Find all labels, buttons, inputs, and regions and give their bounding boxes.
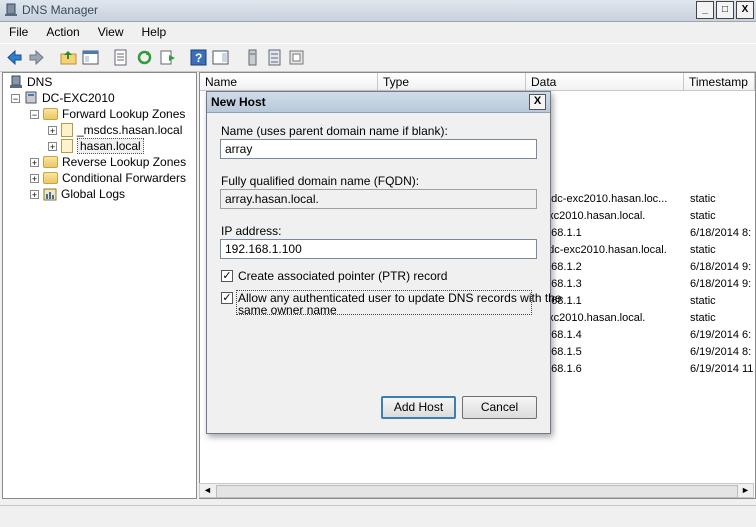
dialog-title: New Host xyxy=(211,95,266,109)
fqdn-field xyxy=(220,189,537,209)
folder-icon xyxy=(43,156,58,168)
folder-icon xyxy=(43,108,58,120)
title-bar: DNS Manager _ □ X xyxy=(0,0,756,22)
ip-address-label: IP address: xyxy=(221,224,282,238)
tree-node-global-logs[interactable]: + Global Logs xyxy=(30,186,125,202)
tree-node-conditional-forwarders[interactable]: + Conditional Forwarders xyxy=(30,170,186,186)
help-icon[interactable]: ? xyxy=(190,49,207,66)
tree-label-server: DC-EXC2010 xyxy=(42,91,115,105)
tree-label-forward-zones: Forward Lookup Zones xyxy=(62,107,186,121)
expand-icon[interactable]: + xyxy=(30,173,39,183)
cell-timestamp: static xyxy=(690,244,716,256)
logs-icon xyxy=(43,188,57,201)
back-arrow-icon[interactable] xyxy=(6,49,23,66)
cell-timestamp: 6/18/2014 9: xyxy=(690,261,752,273)
cell-timestamp: static xyxy=(690,193,716,205)
ip-address-input[interactable] xyxy=(220,239,537,259)
cell-data: ], dc-exc2010.hasan.loc... xyxy=(542,193,668,205)
ptr-label: Create associated pointer (PTR) record xyxy=(238,269,448,283)
cell-timestamp: static xyxy=(690,295,716,307)
cell-data: ] dc-exc2010.hasan.local. xyxy=(542,244,667,256)
scroll-thumb[interactable] xyxy=(216,485,738,498)
show-hide-tree-icon[interactable] xyxy=(82,49,99,66)
cell-data: exc2010.hasan.local. xyxy=(542,210,646,222)
column-header-timestamp[interactable]: Timestamp xyxy=(684,73,755,91)
auth-update-focus: Allow any authenticated user to update D… xyxy=(236,290,562,317)
tree-node-dns[interactable]: DNS xyxy=(9,74,52,90)
console-tree: DNS − DC-EXC2010 − Forward Lookup Zones … xyxy=(2,72,197,499)
scroll-left-icon[interactable]: ◄ xyxy=(200,484,215,497)
fqdn-label: Fully qualified domain name (FQDN): xyxy=(221,174,420,188)
cell-timestamp: static xyxy=(690,210,716,222)
add-host-button[interactable]: Add Host xyxy=(381,396,456,419)
action-pane-icon[interactable] xyxy=(212,49,229,66)
dialog-close-button[interactable]: X xyxy=(529,94,546,110)
tree-node-msdcs-zone[interactable]: + _msdcs.hasan.local xyxy=(48,122,182,138)
collapse-icon[interactable]: − xyxy=(11,93,20,103)
ptr-checkbox[interactable]: ✓ xyxy=(221,270,233,282)
tree-label-dns: DNS xyxy=(27,75,53,89)
menu-action[interactable]: Action xyxy=(37,25,88,39)
close-button[interactable]: X xyxy=(736,1,754,19)
tree-label-msdcs-zone: _msdcs.hasan.local xyxy=(77,123,183,137)
horizontal-scrollbar[interactable]: ◄ ► xyxy=(199,483,754,498)
cell-timestamp: 6/18/2014 9: xyxy=(690,278,752,290)
menu-file[interactable]: File xyxy=(0,25,37,39)
properties-icon[interactable] xyxy=(112,49,129,66)
cell-timestamp: 6/19/2014 8: xyxy=(690,346,752,358)
up-folder-icon[interactable] xyxy=(60,49,77,66)
maximize-button[interactable]: □ xyxy=(716,1,734,19)
cell-timestamp: 6/19/2014 11 xyxy=(690,363,754,375)
new-host-dialog: New Host X Name (uses parent domain name… xyxy=(206,91,562,434)
records-icon[interactable] xyxy=(288,49,305,66)
tree-node-server[interactable]: − DC-EXC2010 xyxy=(11,90,115,106)
tree-node-hasan-local[interactable]: + hasan.local xyxy=(48,138,144,154)
auth-update-label-line2: same owner name xyxy=(238,303,337,317)
tree-node-reverse-zones[interactable]: + Reverse Lookup Zones xyxy=(30,154,186,170)
cell-timestamp: static xyxy=(690,312,716,324)
expand-icon[interactable]: + xyxy=(48,141,57,151)
server-icon xyxy=(25,91,37,104)
name-label: Name (uses parent domain name if blank): xyxy=(221,124,448,138)
dialog-title-bar: New Host X xyxy=(207,92,550,113)
zone-list-icon[interactable] xyxy=(266,49,283,66)
svg-text:?: ? xyxy=(195,51,202,65)
expand-icon[interactable]: + xyxy=(30,157,39,167)
folder-icon xyxy=(43,172,58,184)
menu-view[interactable]: View xyxy=(89,25,133,39)
cancel-button[interactable]: Cancel xyxy=(462,396,537,419)
dns-icon xyxy=(10,75,22,88)
tree-label-global-logs: Global Logs xyxy=(61,187,126,201)
scroll-right-icon[interactable]: ► xyxy=(738,484,753,497)
status-bar xyxy=(0,505,756,527)
server-icon[interactable] xyxy=(244,49,261,66)
tree-label-conditional-forwarders: Conditional Forwarders xyxy=(62,171,187,185)
cell-timestamp: 6/19/2014 6: xyxy=(690,329,752,341)
tree-label-hasan-local: hasan.local xyxy=(77,138,144,154)
dns-app-icon xyxy=(5,3,17,16)
refresh-icon[interactable] xyxy=(136,49,153,66)
expand-icon[interactable]: + xyxy=(30,189,39,199)
menu-bar: File Action View Help xyxy=(0,22,756,42)
column-header-data[interactable]: Data xyxy=(526,73,684,91)
export-list-icon[interactable] xyxy=(160,49,177,66)
zone-file-icon xyxy=(61,139,73,153)
cell-timestamp: 6/18/2014 8: xyxy=(690,227,752,239)
menu-help[interactable]: Help xyxy=(133,25,176,39)
cell-data: exc2010.hasan.local. xyxy=(542,312,646,324)
minimize-button[interactable]: _ xyxy=(696,1,714,19)
name-input[interactable] xyxy=(220,139,537,159)
toolbar: ? xyxy=(0,43,756,72)
expand-icon[interactable]: + xyxy=(48,125,57,135)
column-header-name[interactable]: Name xyxy=(200,73,378,91)
column-header-type[interactable]: Type xyxy=(378,73,526,91)
tree-label-reverse-zones: Reverse Lookup Zones xyxy=(62,155,187,169)
tree-node-forward-zones[interactable]: − Forward Lookup Zones xyxy=(30,106,185,122)
collapse-icon[interactable]: − xyxy=(30,109,39,119)
window-title: DNS Manager xyxy=(22,3,99,17)
forward-arrow-icon[interactable] xyxy=(28,49,45,66)
auth-update-checkbox[interactable]: ✓ xyxy=(221,292,233,304)
zone-file-icon xyxy=(61,123,73,137)
